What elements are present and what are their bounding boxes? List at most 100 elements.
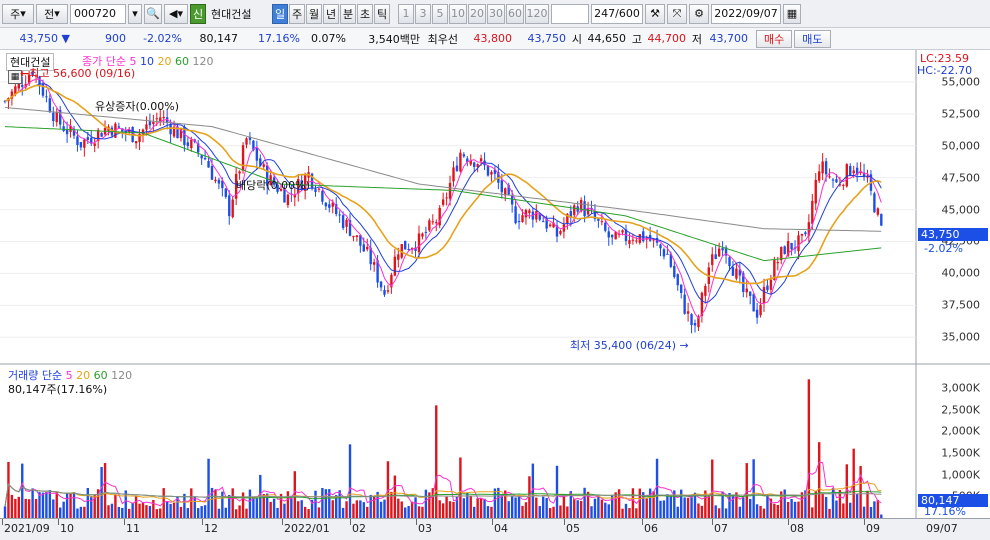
volume-bar [635, 508, 638, 518]
candle-body [48, 98, 52, 113]
interval-input[interactable] [551, 3, 589, 24]
volume-bar [131, 502, 134, 518]
date-field[interactable]: 2022/09/07 [711, 3, 781, 24]
volume-bar [197, 508, 200, 518]
candle-body [314, 189, 317, 192]
volume-bar [755, 504, 759, 518]
candle-body [514, 206, 517, 224]
volume-bar [238, 505, 241, 518]
candle-body [62, 126, 65, 131]
candle-body [600, 221, 604, 223]
date-tick: 03 [418, 522, 432, 535]
interval-tab-10[interactable]: 10 [449, 3, 467, 24]
volume-bar [621, 508, 624, 518]
zoom-icon[interactable]: ⤧ [667, 3, 687, 24]
candle-body [611, 234, 614, 238]
period-tab-5[interactable]: 초 [357, 3, 373, 24]
volume-bar [366, 506, 369, 518]
low-price: 43,700 [709, 32, 749, 45]
interval-tab-30[interactable]: 30 [487, 3, 505, 24]
volume-bar [807, 379, 811, 518]
volume-bar [100, 467, 103, 518]
code-input[interactable]: 000720 [70, 3, 126, 24]
candle-body [755, 309, 759, 318]
volume-bar [283, 503, 286, 518]
candle-body [673, 265, 676, 278]
type-select[interactable]: 전 ▾ [36, 3, 68, 24]
period-tab-0[interactable]: 일 [272, 3, 288, 24]
candle-body [134, 141, 138, 144]
period-tab-4[interactable]: 분 [340, 3, 356, 24]
volume-bar [359, 500, 362, 518]
chart-tool-icon[interactable]: ⚒ [645, 3, 665, 24]
candle-body [762, 287, 766, 304]
volume-value: 80,147 [199, 32, 239, 45]
candle-body [548, 224, 552, 227]
interval-tab-60[interactable]: 60 [506, 3, 524, 24]
interval-tab-1[interactable]: 1 [398, 3, 414, 24]
open-price: 44,650 [587, 32, 627, 45]
speaker-icon[interactable]: ◀▾ [164, 3, 188, 24]
interval-tab-3[interactable]: 3 [415, 3, 431, 24]
candle-body [286, 194, 290, 206]
candle-body [711, 254, 714, 265]
candle-body [441, 199, 445, 205]
candle-body [628, 240, 631, 244]
period-tab-2[interactable]: 월 [306, 3, 322, 24]
period-tab-6[interactable]: 틱 [374, 3, 390, 24]
candle-body [766, 285, 769, 291]
candle-body [824, 161, 828, 175]
volume-bar [79, 506, 83, 518]
volume-bar [514, 497, 517, 518]
high-label: 고 [631, 32, 642, 46]
candle-body [821, 161, 824, 174]
settings-icon[interactable]: ⚙ [689, 3, 709, 24]
volume-bar [352, 503, 355, 518]
volume-bar [72, 492, 76, 518]
candle-body [597, 218, 600, 221]
volume-bar [34, 498, 38, 518]
stock-chart[interactable] [0, 50, 990, 518]
interval-tab-20[interactable]: 20 [468, 3, 486, 24]
interval-tab-5[interactable]: 5 [432, 3, 448, 24]
volume-bar [742, 497, 745, 518]
interval-tab-120[interactable]: 120 [525, 3, 549, 24]
volume-bar [186, 508, 190, 518]
candle-body [317, 188, 321, 190]
volume-bar [300, 500, 303, 518]
buy-button[interactable]: 매수 [756, 29, 793, 48]
volume-bar [593, 498, 597, 518]
candle-body [397, 254, 400, 260]
volume-bar [876, 499, 880, 518]
volume-bar [717, 508, 721, 518]
volume-bar [752, 459, 755, 518]
volume-bar [479, 497, 483, 518]
calendar-icon[interactable]: ▦ [783, 3, 801, 24]
market-select[interactable]: 주 ▾ [2, 3, 34, 24]
search-icon[interactable]: 🔍 [144, 3, 162, 24]
date-tick: 11 [126, 522, 140, 535]
date-tick-mark [2, 519, 3, 525]
sell-button[interactable]: 매도 [794, 29, 831, 48]
legend-ma60: 60 [174, 55, 189, 68]
volume-bar [566, 506, 569, 518]
volume-bar [849, 502, 852, 518]
candle-body [745, 288, 748, 293]
volume-bar [497, 487, 500, 518]
candle-body [431, 221, 434, 223]
period-tab-1[interactable]: 주 [289, 3, 305, 24]
volume-bar [383, 499, 386, 518]
code-dropdown-icon[interactable]: ▾ [128, 3, 142, 24]
volume-bar [355, 500, 359, 518]
candle-body [693, 323, 697, 326]
period-tab-3[interactable]: 년 [323, 3, 339, 24]
candle-body [117, 126, 121, 128]
volume-bar [441, 503, 445, 518]
price-tick: 35,000 [941, 330, 981, 344]
count-field[interactable]: 247/600 [591, 3, 643, 24]
candle-body [510, 196, 514, 205]
date-tick-mark [864, 519, 865, 525]
candle-body [659, 244, 662, 249]
candle-body [635, 240, 638, 242]
candle-body [324, 202, 328, 207]
